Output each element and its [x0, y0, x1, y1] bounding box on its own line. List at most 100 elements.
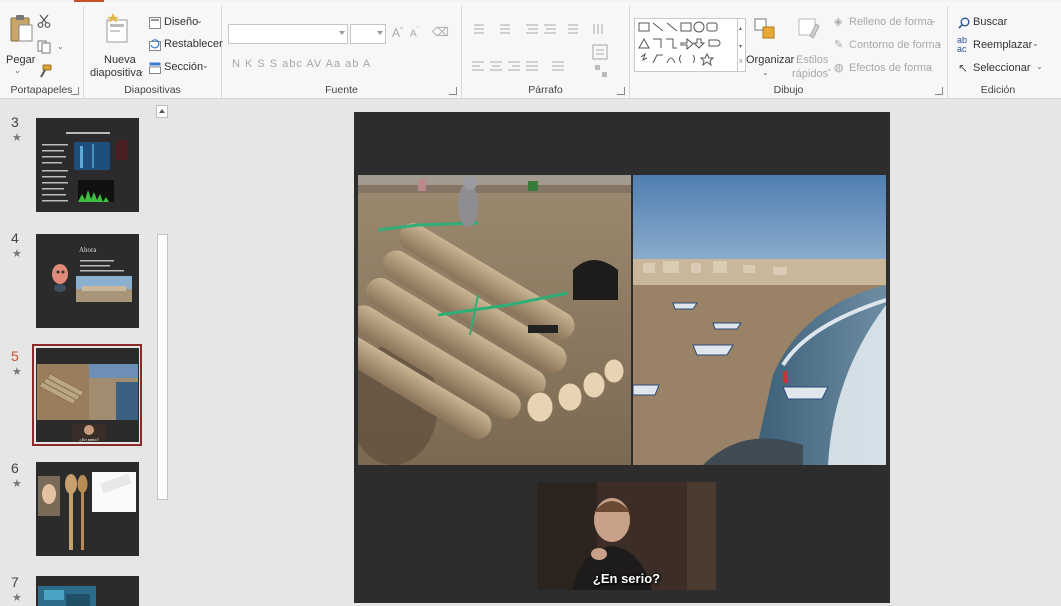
new-slide-button-line2[interactable]: diapositiva	[90, 67, 142, 79]
shape-fill-dropdown-icon[interactable]: ⌄	[930, 16, 937, 25]
replace-button[interactable]: Reemplazar	[973, 39, 1032, 51]
shape-effects-button[interactable]: Efectos de forma	[849, 62, 932, 74]
slide-canvas[interactable]: ¿En serio?	[354, 112, 890, 603]
section-dropdown-icon[interactable]: ⌄	[202, 61, 209, 70]
shape-effects-dropdown-icon[interactable]: ⌄	[926, 62, 933, 71]
photo-log-raft[interactable]	[358, 175, 631, 465]
paragraph-launcher-icon[interactable]	[617, 87, 625, 95]
align-text-icon[interactable]	[592, 44, 608, 60]
slide-4-art: Ahora	[52, 246, 132, 302]
paste-dropdown-icon[interactable]: ⌄	[14, 66, 21, 75]
slide-number: 4	[11, 230, 19, 246]
animation-star-icon: ★	[12, 366, 22, 378]
select-button[interactable]: Seleccionar	[973, 62, 1030, 74]
slide-5-preview: ¿En serio?	[36, 348, 139, 442]
editing-group: Buscar ab ac Reemplazar ⌄ ↖ Seleccionar ⌄…	[948, 6, 1048, 99]
decrease-font-size-icon[interactable]: Aˇ	[410, 27, 419, 39]
paste-icon[interactable]	[8, 14, 34, 44]
format-painter-icon[interactable]	[38, 64, 52, 78]
drawing-group-label: Dibujo	[773, 84, 804, 96]
list-buttons-icon[interactable]	[470, 22, 620, 38]
copy-icon[interactable]	[37, 40, 53, 54]
thumbnail-slide-3[interactable]: 3 ★	[0, 114, 152, 214]
shapes-gallery[interactable]	[634, 18, 738, 72]
slides-group: Nueva diapositiva ⌄ Diseño ⌄ Restablecer…	[84, 6, 223, 99]
video-frame[interactable]: ¿En serio?	[537, 482, 716, 590]
shape-fill-icon[interactable]: ◈	[834, 15, 842, 28]
cut-icon[interactable]	[37, 14, 51, 28]
font-format-buttons[interactable]: N K S S abc AV Aa ab A	[232, 58, 371, 70]
quick-styles-icon[interactable]	[798, 18, 820, 40]
arrange-icon[interactable]	[754, 18, 776, 40]
shape-outline-icon[interactable]: ✎	[834, 38, 843, 51]
shape-outline-dropdown-icon[interactable]: ⌄	[936, 39, 943, 48]
shapes-gallery-icons	[638, 21, 721, 67]
shapes-gallery-scroll[interactable]: ▴ ▾ ≡	[738, 18, 746, 72]
section-button[interactable]: Sección	[164, 61, 203, 73]
font-size-combobox[interactable]	[350, 24, 386, 44]
shape-outline-button[interactable]: Contorno de forma	[849, 39, 941, 51]
quick-styles-button[interactable]: Estilos	[796, 54, 828, 66]
slides-group-label: Diapositivas	[124, 84, 181, 96]
video-subtitle: ¿En serio?	[592, 571, 661, 586]
editing-group-label: Edición	[980, 84, 1016, 96]
font-group-label: Fuente	[325, 84, 358, 96]
clear-formatting-icon[interactable]: ⌫	[432, 25, 449, 39]
shape-fill-button[interactable]: Relleno de forma	[849, 16, 933, 28]
slide-4-title: Ahora	[79, 246, 97, 254]
reset-icon[interactable]	[149, 39, 161, 51]
find-button[interactable]: Buscar	[973, 16, 1007, 28]
paragraph-group: Párrafo	[462, 6, 630, 99]
new-slide-button[interactable]: Nueva	[104, 54, 136, 66]
slide-4-preview: Ahora	[36, 234, 139, 328]
select-dropdown-icon[interactable]: ⌄	[1036, 62, 1043, 71]
layout-dropdown-icon[interactable]: ⌄	[196, 16, 203, 25]
slide-5-art: ¿En serio?	[37, 364, 138, 442]
shape-effects-icon[interactable]: ◍	[834, 61, 844, 74]
animation-star-icon: ★	[12, 248, 22, 260]
slide-3-art	[42, 132, 128, 202]
drawing-group: ▴ ▾ ≡ Organizar ⌄ Estilos rápidos ⌄ ◈ Re…	[630, 6, 948, 99]
scroll-up-arrow-icon[interactable]	[156, 105, 168, 118]
slide-7-art	[38, 586, 96, 606]
arrange-dropdown-icon[interactable]: ⌄	[762, 68, 769, 77]
thumbnail-slide-4[interactable]: 4 ★ Ahora	[0, 230, 152, 330]
layout-button[interactable]: Diseño	[164, 16, 198, 28]
replace-icon[interactable]: ab ac	[957, 36, 967, 54]
reset-button[interactable]: Restablecer	[164, 38, 223, 50]
clipboard-launcher-icon[interactable]	[71, 87, 79, 95]
font-name-combobox[interactable]	[228, 24, 348, 44]
smartart-icon[interactable]	[594, 64, 608, 78]
slide-number: 5	[11, 348, 19, 364]
photo-beach-boats-art	[633, 175, 886, 465]
slide-5-caption: ¿En serio?	[79, 437, 99, 442]
drawing-launcher-icon[interactable]	[935, 87, 943, 95]
photo-beach-boats[interactable]	[633, 175, 886, 465]
search-icon[interactable]	[958, 17, 970, 29]
slide-thumbnails-pane: 3 ★ 4 ★ Ahora 5 ★ ¿En serio? 6 ★ 7 ★	[0, 100, 170, 606]
section-icon[interactable]	[149, 62, 161, 74]
photo-log-raft-art	[358, 175, 631, 465]
slide-number: 7	[11, 574, 19, 590]
paste-button[interactable]: Pegar	[6, 54, 35, 66]
select-cursor-icon[interactable]: ↖	[958, 61, 968, 75]
slide-7-preview	[36, 576, 139, 606]
new-slide-icon[interactable]	[105, 12, 129, 44]
scrollbar-thumb[interactable]	[157, 234, 168, 500]
layout-icon[interactable]	[149, 17, 161, 29]
increase-font-size-icon[interactable]: A^	[392, 26, 403, 40]
slide-3-preview	[36, 118, 139, 212]
arrange-button[interactable]: Organizar	[746, 54, 794, 66]
paragraph-group-label: Párrafo	[528, 84, 563, 96]
alignment-buttons-icon[interactable]	[470, 60, 590, 74]
new-slide-dropdown-icon[interactable]: ⌄	[138, 66, 145, 75]
thumbnail-slide-6[interactable]: 6 ★	[0, 460, 152, 560]
copy-dropdown-icon[interactable]: ⌄	[57, 42, 64, 51]
thumbnail-slide-7[interactable]: 7 ★	[0, 574, 152, 606]
quick-styles-button-line2[interactable]: rápidos	[792, 68, 828, 80]
quick-styles-dropdown-icon[interactable]: ⌄	[826, 64, 833, 73]
font-launcher-icon[interactable]	[449, 87, 457, 95]
thumbnail-slide-5[interactable]: 5 ★ ¿En serio?	[0, 344, 152, 450]
replace-dropdown-icon[interactable]: ⌄	[1032, 39, 1039, 48]
animation-star-icon: ★	[12, 132, 22, 144]
